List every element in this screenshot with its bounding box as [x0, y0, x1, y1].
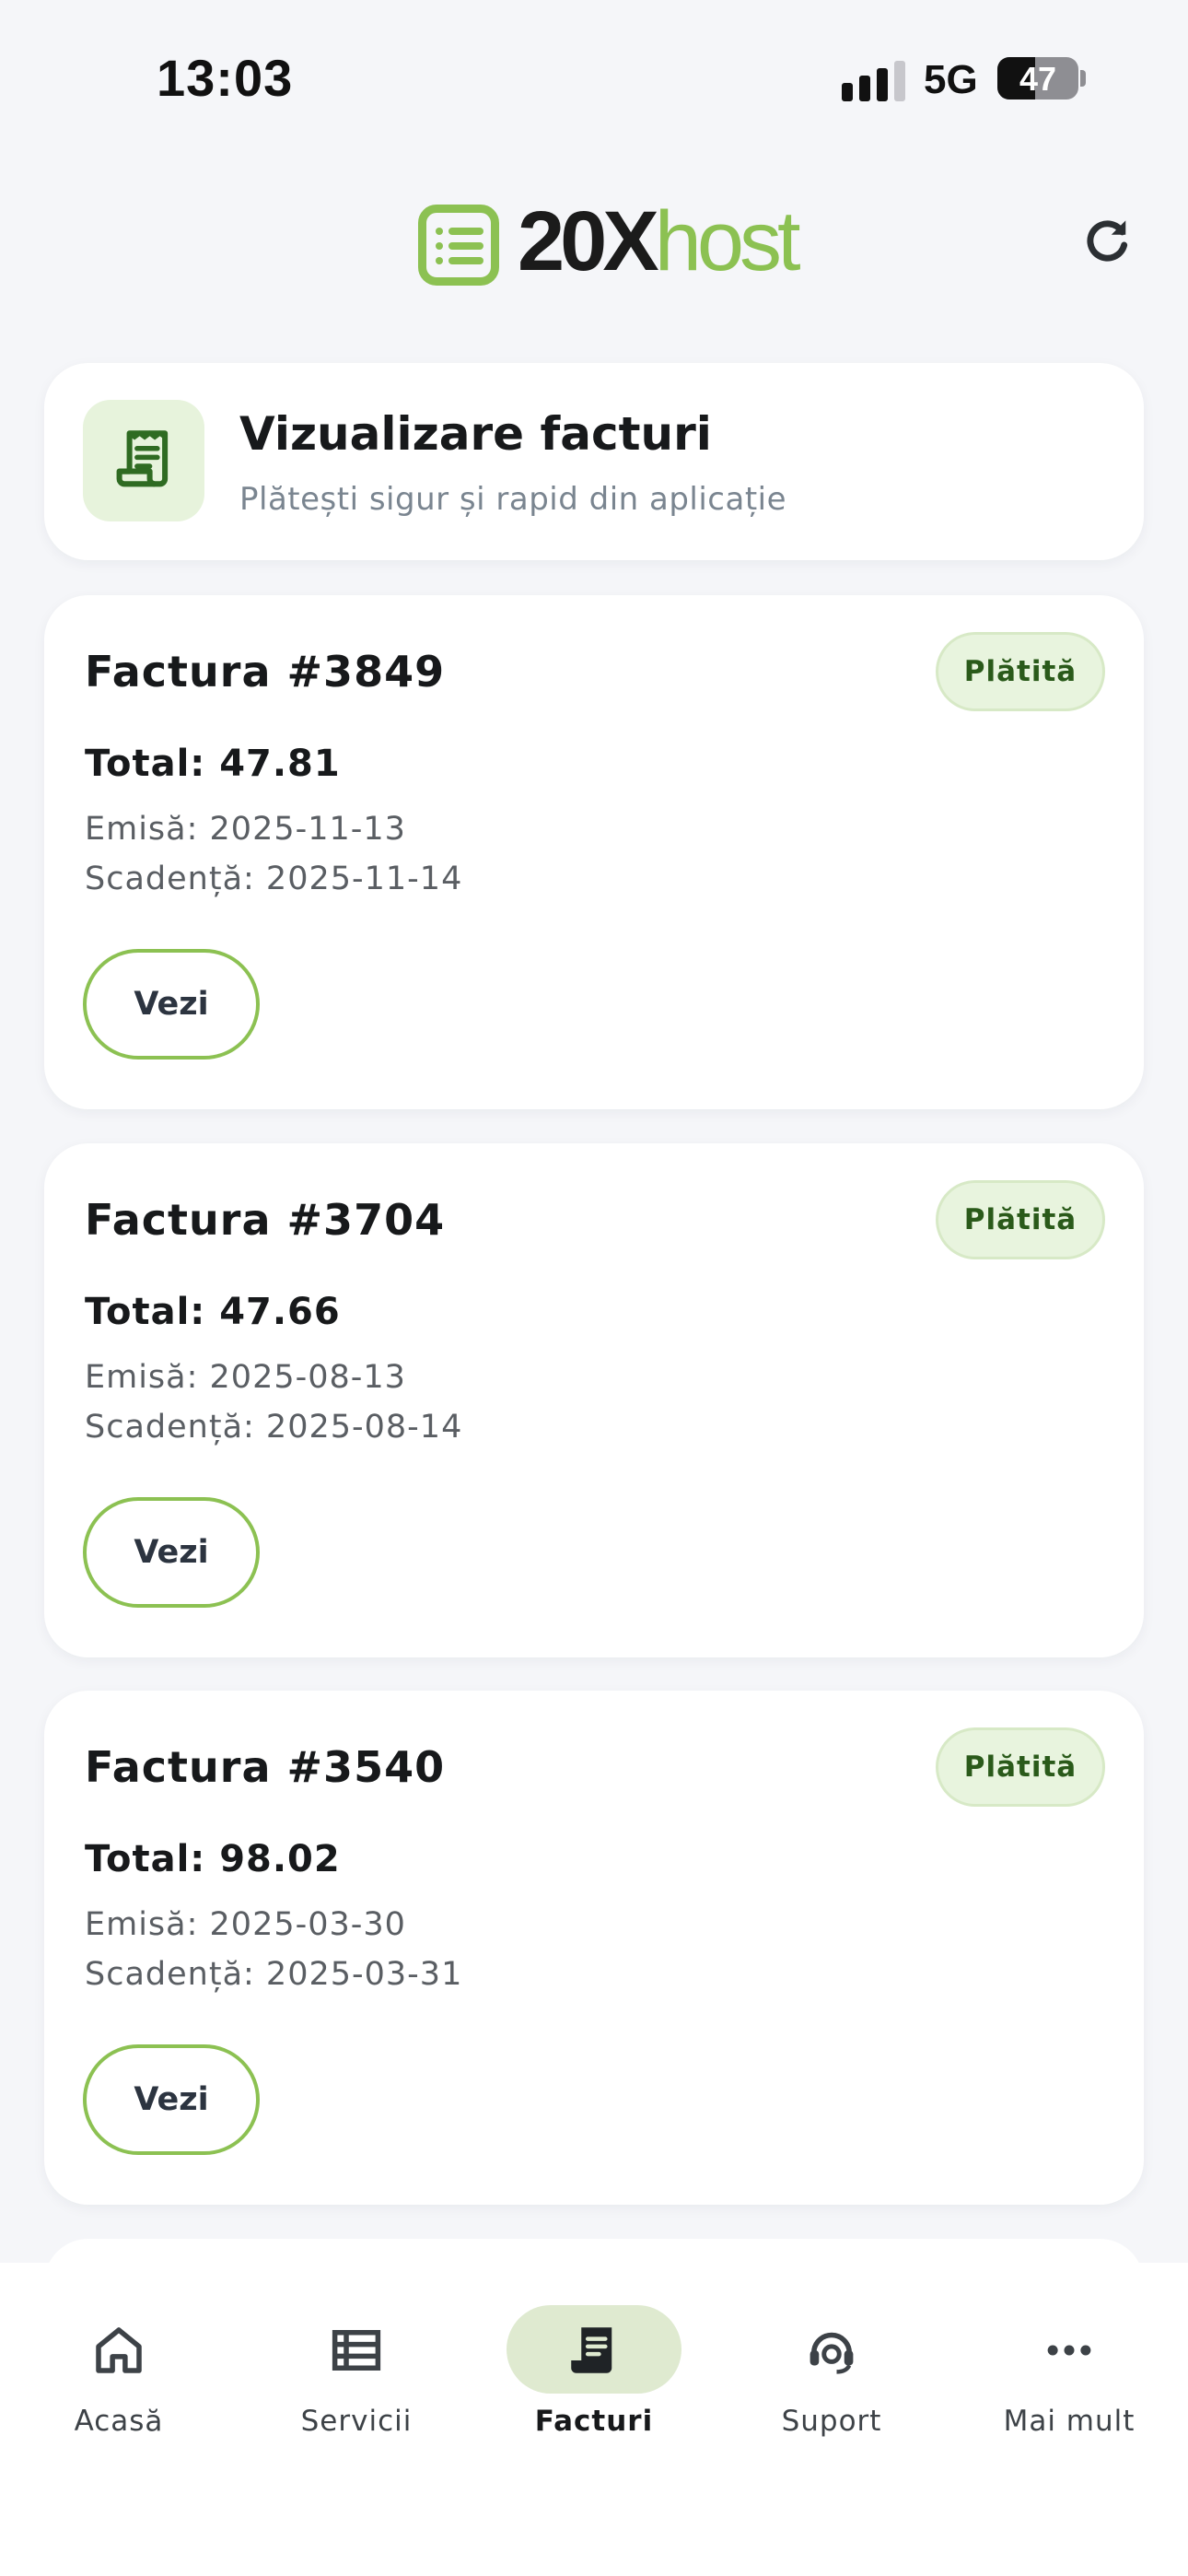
view-invoice-button[interactable]: Vezi — [83, 949, 260, 1060]
invoice-title: Factura #3849 — [85, 647, 446, 697]
status-badge: Plătită — [936, 632, 1105, 711]
status-time: 13:03 — [157, 49, 294, 107]
page-header-card: Vizualizare facturi Plătești sigur și ra… — [44, 363, 1144, 560]
invoice-card: Factura #3849 Plătită Total: 47.81 Emisă… — [44, 595, 1144, 1109]
headset-icon — [809, 2332, 854, 2374]
logo-wordmark: 20Xhost — [518, 194, 801, 288]
network-label: 5G — [924, 57, 978, 102]
list-icon — [332, 2330, 381, 2371]
bottom-tab-bar: Acasă Servicii Facturi Suport Mai mult — [0, 2263, 1188, 2576]
battery-percent: 47 — [1019, 60, 1057, 98]
invoice-due-date: Scadență: 2025-08-14 — [85, 1409, 463, 1446]
invoice-total: Total: 47.81 — [85, 743, 341, 785]
tab-label: Suport — [781, 2405, 882, 2438]
tab-label: Servicii — [300, 2405, 413, 2438]
invoice-issued-date: Emisă: 2025-11-13 — [85, 811, 406, 848]
page-subtitle: Plătești sigur și rapid din aplicație — [239, 481, 787, 518]
invoice-receipt-icon — [83, 400, 204, 521]
battery-icon: 47 — [997, 57, 1078, 100]
status-badge: Plătită — [936, 1180, 1105, 1259]
invoice-due-date: Scadență: 2025-11-14 — [85, 861, 463, 897]
invoice-issued-date: Emisă: 2025-08-13 — [85, 1359, 406, 1396]
refresh-icon[interactable] — [1077, 212, 1136, 271]
invoice-total: Total: 98.02 — [85, 1838, 341, 1880]
more-icon — [1047, 2345, 1091, 2356]
brand-logo: 20Xhost — [418, 192, 801, 289]
invoice-card: Factura #3704 Plătită Total: 47.66 Emisă… — [44, 1143, 1144, 1657]
invoice-title: Factura #3540 — [85, 1742, 446, 1792]
tab-label: Mai mult — [1003, 2405, 1136, 2438]
receipt-icon — [571, 2327, 612, 2373]
view-invoice-button[interactable]: Vezi — [83, 2044, 260, 2155]
tab-label: Acasă — [74, 2405, 164, 2438]
invoice-title: Factura #3704 — [85, 1195, 446, 1245]
status-bar: 13:03 5G 47 — [0, 0, 1188, 157]
tab-home[interactable]: Acasă — [0, 2263, 238, 2447]
signal-icon — [842, 61, 906, 101]
tab-label: Facturi — [534, 2405, 654, 2438]
tab-invoices[interactable]: Facturi — [475, 2263, 713, 2447]
tab-services[interactable]: Servicii — [238, 2263, 475, 2447]
invoice-due-date: Scadență: 2025-03-31 — [85, 1956, 463, 1993]
logo-mark-icon — [418, 205, 499, 286]
view-invoice-button[interactable]: Vezi — [83, 1497, 260, 1608]
page-title: Vizualizare facturi — [239, 407, 712, 461]
battery-cap — [1080, 70, 1086, 87]
tab-support[interactable]: Suport — [713, 2263, 950, 2447]
home-icon — [96, 2327, 142, 2373]
invoice-total: Total: 47.66 — [85, 1291, 341, 1333]
status-badge: Plătită — [936, 1727, 1105, 1807]
invoice-card: Factura #3540 Plătită Total: 98.02 Emisă… — [44, 1691, 1144, 2205]
tab-more[interactable]: Mai mult — [950, 2263, 1188, 2447]
invoice-issued-date: Emisă: 2025-03-30 — [85, 1906, 406, 1943]
